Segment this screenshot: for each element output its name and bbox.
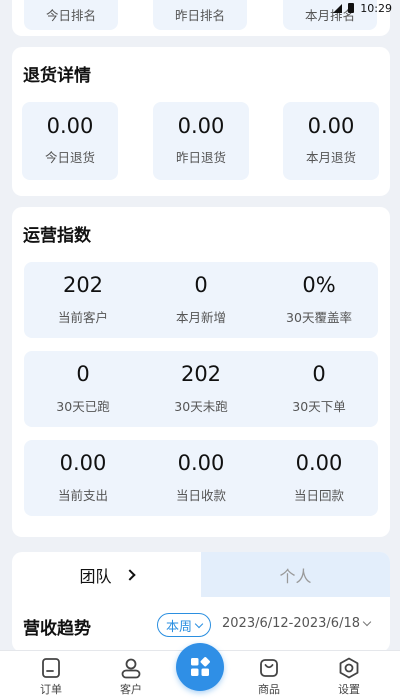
tile-value: 0.00 (307, 114, 355, 138)
tile-value: 0.00 (177, 114, 225, 138)
operations-title: 运营指数 (23, 226, 91, 246)
cell-label: 30天未跑 (174, 398, 228, 414)
cell-value: 0 (312, 361, 326, 386)
nav-customers-label: 客户 (120, 683, 142, 696)
ranking-tile-today[interactable]: 今日排名 (24, 0, 118, 30)
orders-icon (42, 658, 60, 678)
date-range-select[interactable]: 2023/6/12-2023/6/18 (222, 616, 372, 631)
cell-label: 30天已跑 (56, 398, 110, 414)
cell-current-customers[interactable]: 202 当前客户 (24, 262, 142, 338)
operations-card: 运营指数 202 当前客户 0 本月新增 0% 30天覆盖率 0 30天已跑 2… (12, 207, 390, 537)
cell-repayment[interactable]: 0.00 当日回款 (260, 440, 378, 516)
period-select[interactable]: 本周 (157, 613, 212, 637)
chevron-down-icon (362, 617, 372, 627)
cell-label: 30天下单 (292, 398, 346, 414)
cell-coverage[interactable]: 0% 30天覆盖率 (260, 262, 378, 338)
cell-label: 30天覆盖率 (286, 309, 352, 325)
ranking-tile-yesterday[interactable]: 昨日排名 (153, 0, 247, 30)
period-label: 本周 (166, 619, 193, 635)
tile-label: 本月退货 (305, 150, 356, 165)
cell-value: 202 (62, 272, 104, 297)
cell-value: 0.00 (59, 450, 107, 475)
cell-label: 本月新增 (175, 309, 226, 325)
nav-orders[interactable]: 订单 (16, 651, 86, 700)
signal-icon (333, 3, 343, 13)
tile-value: 0.00 (46, 114, 94, 138)
cell-expense[interactable]: 0.00 当前支出 (24, 440, 142, 516)
cell-label: 当前支出 (57, 487, 108, 503)
nav-settings-label: 设置 (338, 683, 360, 696)
ranking-label: 今日排名 (45, 8, 96, 23)
bag-icon (260, 659, 278, 677)
returns-tile-month[interactable]: 0.00 本月退货 (283, 102, 379, 180)
nav-customers[interactable]: 客户 (96, 651, 166, 700)
cell-value: 0 (76, 361, 90, 386)
cell-label: 当日收款 (175, 487, 226, 503)
date-range-label: 2023/6/12-2023/6/18 (222, 616, 361, 631)
cell-value: 0.00 (295, 450, 343, 475)
tab-personal-label: 个人 (279, 566, 312, 586)
tile-label: 昨日退货 (175, 150, 226, 165)
cell-ordered[interactable]: 0 30天下单 (260, 351, 378, 427)
returns-title: 退货详情 (23, 66, 91, 86)
status-time: 10:29 (360, 1, 392, 15)
cell-month-new[interactable]: 0 本月新增 (142, 262, 260, 338)
operations-row-2: 0 30天已跑 202 30天未跑 0 30天下单 (24, 351, 378, 427)
returns-card: 退货详情 0.00 今日退货 0.00 昨日退货 0.00 本月退货 (12, 47, 390, 196)
chevron-down-icon (194, 619, 204, 628)
operations-row-1: 202 当前客户 0 本月新增 0% 30天覆盖率 (24, 262, 378, 338)
battery-icon (348, 3, 355, 13)
chevron-right-icon (123, 568, 136, 581)
tab-personal[interactable]: 个人 (201, 552, 390, 597)
cell-value: 0% (302, 272, 336, 297)
tab-team-label: 团队 (79, 566, 112, 586)
cell-visited[interactable]: 0 30天已跑 (24, 351, 142, 427)
returns-tile-today[interactable]: 0.00 今日退货 (22, 102, 118, 180)
nav-settings[interactable]: 设置 (314, 651, 384, 700)
ranking-label: 昨日排名 (174, 8, 225, 23)
tab-team[interactable]: 团队 (12, 552, 201, 597)
returns-tile-yesterday[interactable]: 0.00 昨日退货 (153, 102, 249, 180)
home-dashboard-button[interactable] (176, 643, 224, 691)
cell-label: 当日回款 (293, 487, 344, 503)
tile-label: 今日退货 (44, 150, 95, 165)
cell-value: 202 (180, 361, 222, 386)
operations-row-3: 0.00 当前支出 0.00 当日收款 0.00 当日回款 (24, 440, 378, 516)
trend-title: 营收趋势 (23, 619, 91, 639)
dashboard-icon (191, 657, 210, 676)
customer-icon (121, 658, 141, 679)
cell-collection[interactable]: 0.00 当日收款 (142, 440, 260, 516)
cell-value: 0.00 (177, 450, 225, 475)
trend-card: 团队 个人 营收趋势 本周 2023/6/12-2023/6/18 (12, 552, 390, 652)
cell-value: 0 (194, 272, 208, 297)
cell-label: 当前客户 (57, 309, 108, 325)
gear-icon (339, 657, 359, 679)
status-bar: 10:29 (280, 0, 400, 16)
nav-orders-label: 订单 (40, 683, 62, 696)
nav-products[interactable]: 商品 (234, 651, 304, 700)
nav-products-label: 商品 (258, 683, 280, 696)
cell-not-visited[interactable]: 202 30天未跑 (142, 351, 260, 427)
